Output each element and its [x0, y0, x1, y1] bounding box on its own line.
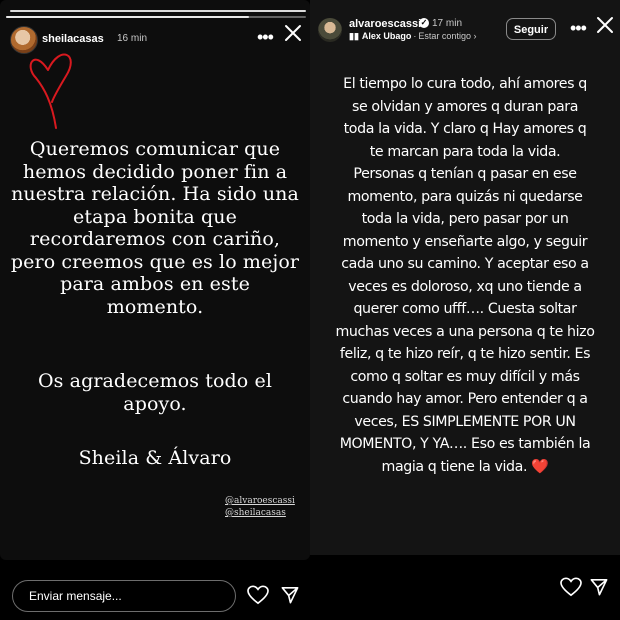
message-input[interactable]: Enviar mensaje...	[12, 580, 236, 612]
story-text: El tiempo lo cura todo, ahí amores q se …	[318, 73, 612, 478]
text-line: cada uno su camino. Y aceptar eso a	[341, 256, 589, 272]
text-line: Personas q tenían q pasar en ese	[353, 166, 577, 182]
story-thanks: Os agradecemos todo el apoyo.	[8, 370, 302, 415]
more-options-icon[interactable]: •••	[257, 27, 274, 48]
message-line: Queremos comunicar que	[29, 138, 281, 160]
text-line: toda la vida, pero pasar por un	[361, 211, 569, 227]
story-signature: Sheila & Álvaro	[78, 447, 232, 469]
heart-emoji: ❤️	[531, 458, 549, 475]
close-icon[interactable]	[596, 14, 614, 40]
heart-doodle-sticker	[29, 53, 72, 129]
text-line: te marcan para toda la vida.	[369, 143, 561, 160]
music-status: Estar contigo	[418, 31, 471, 41]
follow-button[interactable]: Seguir	[506, 18, 556, 40]
text-line: querer como ufff…. Cuesta soltar	[353, 301, 577, 317]
post-time: 17 min	[432, 18, 463, 29]
text-line: feliz, q te hizo reír, q te hizo sentir.…	[339, 346, 591, 362]
heart-icon[interactable]	[247, 585, 269, 610]
post-time: 16 min	[117, 33, 148, 44]
message-line: momento.	[106, 295, 204, 318]
text-line: toda la vida. Y claro q Hay amores q	[343, 121, 587, 137]
message-line: hemos decidido poner fin a	[22, 160, 288, 183]
message-line: etapa bonita que	[73, 205, 237, 228]
music-bars-icon: ▮▮	[349, 31, 359, 41]
chevron-right-icon: ›	[470, 31, 477, 41]
text-line: cuando hay amor. Pero entender q a	[342, 391, 588, 407]
send-icon[interactable]	[590, 578, 608, 601]
music-artist: Alex Ubago	[361, 31, 412, 41]
avatar[interactable]	[318, 18, 342, 42]
message-line: pero creemos que es lo mejor	[10, 250, 300, 273]
text-line: veces, ES SIMPLEMENTE POR UN	[354, 413, 576, 430]
send-icon[interactable]	[281, 586, 299, 609]
text-line-final: magia q tiene la vida.	[381, 458, 528, 475]
story-progress-bar	[10, 10, 306, 12]
verified-badge-icon: ✓	[419, 18, 429, 28]
text-line: se olvidan y amores q duran para	[351, 98, 578, 115]
message-line: nuestra relación. Ha sido una	[11, 183, 299, 205]
text-line: momento y enseñarte algo, y seguir	[342, 233, 588, 250]
text-line: muchas veces a una persona q te hizo	[335, 323, 595, 340]
text-line: veces es doloroso, xq uno tiende a	[348, 278, 582, 295]
close-icon[interactable]	[284, 22, 302, 48]
mention-link[interactable]: @alvaroescassi	[225, 496, 295, 506]
thanks-line: Os agradecemos todo el	[37, 370, 273, 392]
text-line: El tiempo lo cura todo, ahí amores q	[343, 76, 587, 92]
story-message: Queremos comunicar que hemos decidido po…	[8, 138, 302, 318]
text-line: momento, para quizás ni quedarse	[347, 188, 583, 205]
message-line: para ambos en este	[60, 273, 250, 295]
text-line: MOMENTO, Y YA…. Eso es también la	[339, 436, 591, 452]
heart-icon[interactable]	[560, 577, 582, 602]
music-info[interactable]: ▮▮ Alex Ubago · Estar contigo ›	[349, 31, 476, 42]
text-line: como q soltar es muy difícil y más	[350, 368, 580, 385]
message-line: recordaremos con cariño,	[29, 228, 281, 250]
story-progress-bar	[6, 16, 249, 18]
separator: ·	[413, 31, 417, 41]
thanks-line: apoyo.	[123, 392, 187, 415]
text-line: magia q tiene la vida. ❤️	[318, 456, 612, 479]
more-options-icon[interactable]: •••	[570, 18, 587, 39]
mention-link[interactable]: @sheilacasas	[225, 508, 286, 518]
username[interactable]: alvaroescassi	[349, 18, 421, 30]
